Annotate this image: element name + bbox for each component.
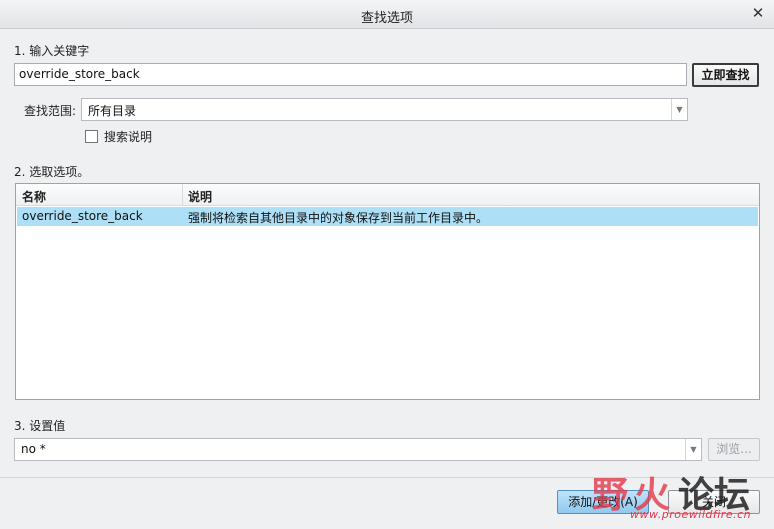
search-description-label: 搜索说明: [104, 130, 153, 144]
window-title: 查找选项: [360, 11, 413, 26]
chevron-down-icon[interactable]: ▼: [671, 99, 687, 120]
browse-button[interactable]: 浏览...: [708, 438, 760, 461]
close-button[interactable]: 关闭: [668, 490, 760, 514]
column-divider[interactable]: [182, 184, 183, 206]
search-description-checkbox[interactable]: [85, 130, 98, 143]
scope-label: 查找范围:: [24, 104, 77, 118]
title-bar: 查找选项 ✕: [0, 0, 774, 29]
scope-select-value: 所有目录: [88, 104, 137, 118]
value-combobox-text: no *: [21, 442, 46, 456]
step1-label: 1. 输入关键字: [14, 44, 90, 58]
chevron-down-icon[interactable]: ▼: [685, 439, 701, 460]
keyword-input[interactable]: override_store_back: [14, 63, 687, 86]
step2-label: 2. 选取选项。: [14, 165, 90, 179]
close-icon[interactable]: ✕: [750, 5, 766, 21]
row-name-cell: override_store_back: [22, 209, 143, 223]
value-combobox[interactable]: no * ▼: [14, 438, 702, 461]
table-row[interactable]: override_store_back 强制将检索自其他目录中的对象保存到当前工…: [17, 207, 758, 226]
row-description-cell: 强制将检索自其他目录中的对象保存到当前工作目录中。: [188, 211, 489, 225]
options-list[interactable]: 名称 说明 override_store_back 强制将检索自其他目录中的对象…: [15, 183, 760, 400]
footer-divider: [0, 477, 774, 478]
step3-label: 3. 设置值: [14, 419, 66, 433]
add-change-button[interactable]: 添加/更改(A): [557, 490, 649, 514]
column-header-description[interactable]: 说明: [188, 188, 212, 205]
list-header: 名称 说明: [16, 184, 759, 206]
find-now-button[interactable]: 立即查找: [692, 63, 759, 87]
scope-select[interactable]: 所有目录 ▼: [81, 98, 688, 121]
column-header-name[interactable]: 名称: [22, 188, 46, 205]
